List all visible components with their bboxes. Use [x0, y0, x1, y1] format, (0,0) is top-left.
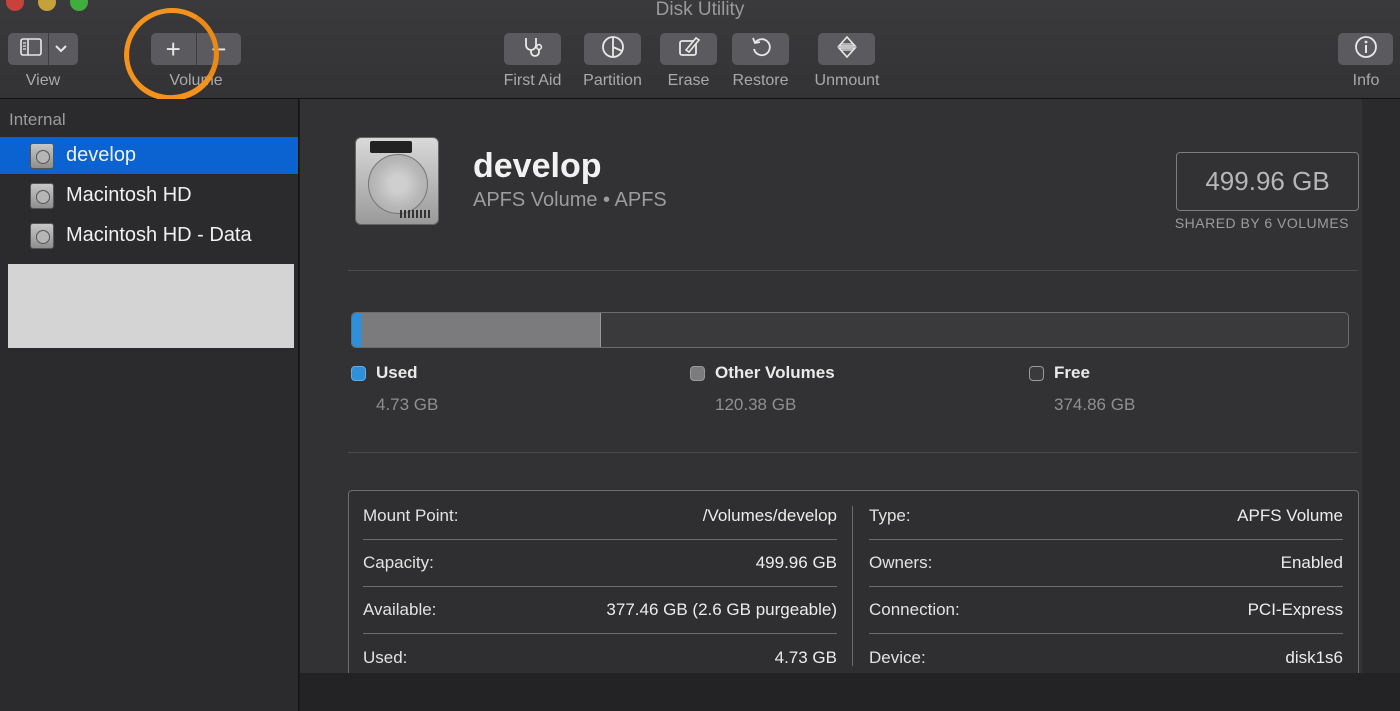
info-key: Owners:: [869, 553, 933, 572]
sidebar-item-label: Macintosh HD - Data: [66, 224, 252, 246]
volume-name: develop: [473, 147, 602, 185]
partition-label: Partition: [583, 72, 642, 89]
hard-disk-icon: [355, 137, 439, 225]
pie-icon: [601, 35, 625, 64]
legend-other-volumes: Other Volumes: [690, 363, 835, 383]
info-value: 4.73 GB: [774, 647, 837, 667]
info-value: disk1s6: [1285, 647, 1343, 667]
first-aid-label: First Aid: [503, 72, 562, 89]
volume-subtitle: APFS Volume • APFS: [473, 189, 667, 211]
info-value: 499.96 GB: [755, 553, 837, 572]
restore-label: Restore: [732, 72, 789, 89]
toolbar: Disk Utility View + − Volume First Aid P…: [0, 0, 1400, 110]
view-label: View: [25, 72, 61, 89]
volume-info-table: Mount Point: /Volumes/develop Capacity: …: [348, 490, 1359, 680]
used-swatch: [351, 365, 366, 381]
disk-icon: [30, 182, 54, 209]
other-volumes-swatch: [690, 365, 705, 381]
volume-size: 499.96 GB: [1176, 152, 1359, 211]
sidebar-item-label: Macintosh HD: [66, 184, 192, 206]
legend-used: Used: [351, 363, 418, 383]
info-value: APFS Volume: [1237, 506, 1343, 525]
legend-free-label: Free: [1054, 363, 1090, 382]
window-edge: [1362, 99, 1400, 711]
sidebar-item-develop[interactable]: develop: [0, 137, 298, 174]
erase-icon: [677, 36, 701, 63]
info-key: Connection:: [869, 600, 960, 619]
info-key: Mount Point:: [363, 506, 459, 525]
used-value: 4.73 GB: [376, 395, 439, 414]
legend-free: Free: [1029, 363, 1090, 383]
info-value: /Volumes/develop: [702, 506, 837, 525]
sidebar-section-internal: Internal: [9, 110, 66, 129]
info-button[interactable]: [1338, 33, 1393, 65]
info-key: Device:: [869, 647, 926, 667]
legend-other-label: Other Volumes: [715, 363, 835, 382]
unmount-button[interactable]: [818, 33, 875, 65]
divider: [348, 452, 1358, 453]
volume-detail-pane: develop APFS Volume • APFS 499.96 GB SHA…: [300, 99, 1362, 711]
usage-bar-used: [352, 313, 362, 347]
first-aid-button[interactable]: [504, 33, 561, 65]
info-row-connection: Connection: PCI-Express: [869, 587, 1343, 634]
usage-bar-other-volumes: [361, 313, 602, 347]
info-row-owners: Owners: Enabled: [869, 540, 1343, 587]
info-row-available: Available: 377.46 GB (2.6 GB purgeable): [363, 587, 837, 634]
info-icon: [1354, 35, 1378, 64]
usage-bar: [351, 312, 1349, 348]
info-value: Enabled: [1280, 553, 1343, 572]
free-swatch: [1029, 365, 1044, 381]
sidebar-item-macintosh-hd-data[interactable]: Macintosh HD - Data: [0, 217, 298, 254]
free-value: 374.86 GB: [1054, 395, 1136, 414]
info-value: 377.46 GB (2.6 GB purgeable): [606, 600, 837, 619]
window-bottom: [300, 673, 1400, 711]
view-button[interactable]: [8, 33, 78, 65]
divider: [348, 270, 1358, 271]
other-volumes-value: 120.38 GB: [715, 395, 797, 414]
partition-button[interactable]: [584, 33, 641, 65]
info-key: Capacity:: [363, 553, 434, 572]
volume-size-caption: SHARED BY 6 VOLUMES: [1174, 215, 1349, 231]
restore-icon: [750, 36, 772, 63]
unmount-icon: [836, 35, 857, 63]
sidebar-item-label: develop: [66, 144, 137, 166]
redacted-area: [8, 264, 294, 348]
info-value: PCI-Express: [1247, 600, 1343, 619]
stethoscope-icon: [521, 36, 545, 63]
chevron-down-icon: [54, 40, 67, 58]
disk-icon: [30, 222, 54, 249]
info-row-type: Type: APFS Volume: [869, 493, 1343, 540]
disk-icon: [30, 142, 54, 169]
erase-button[interactable]: [660, 33, 717, 65]
info-row-capacity: Capacity: 499.96 GB: [363, 540, 837, 587]
unmount-label: Unmount: [814, 72, 880, 89]
info-key: Used:: [363, 647, 408, 667]
legend-used-label: Used: [376, 363, 418, 382]
info-row-mount-point: Mount Point: /Volumes/develop: [363, 493, 837, 540]
info-key: Available:: [363, 600, 437, 619]
sidebar-item-macintosh-hd[interactable]: Macintosh HD: [0, 177, 298, 214]
sidebar: Internal develop Macintosh HD Macintosh …: [0, 99, 299, 711]
restore-button[interactable]: [732, 33, 789, 65]
info-label: Info: [1352, 72, 1380, 89]
sidebar-icon: [19, 37, 42, 61]
info-key: Type:: [869, 506, 911, 525]
window-title: Disk Utility: [655, 0, 745, 20]
erase-label: Erase: [667, 72, 710, 89]
